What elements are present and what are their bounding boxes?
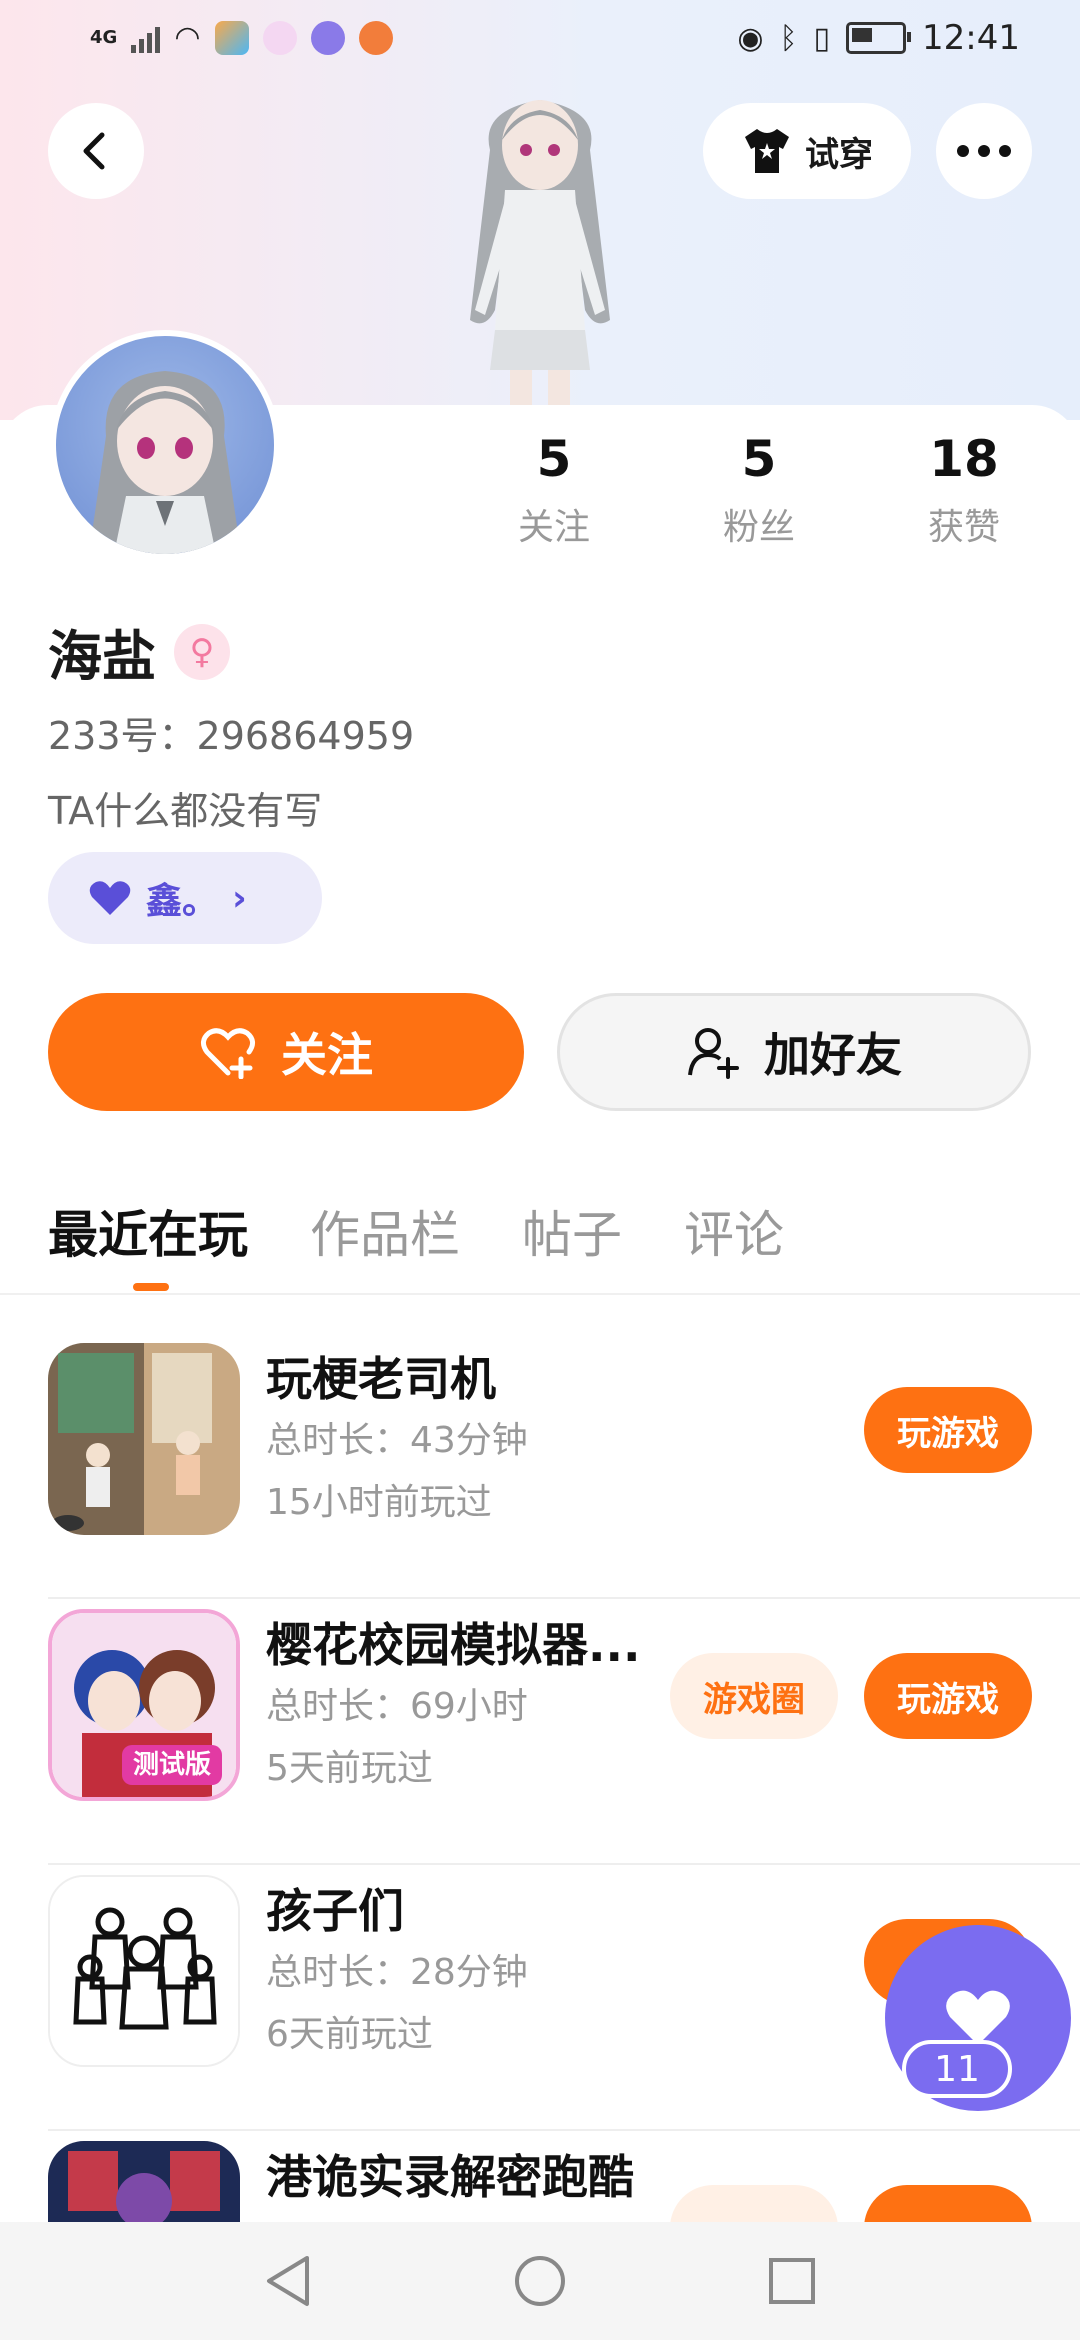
back-triangle-icon[interactable] [263,2254,313,2308]
tab-works[interactable]: 作品栏 [310,1195,460,1267]
app-notification-icon [310,20,345,55]
active-tab-indicator [133,1283,169,1291]
add-user-icon [688,1028,739,1079]
stat-label: 粉丝 [722,507,795,548]
follow-label: 关注 [281,1028,373,1082]
heart-icon [89,881,131,915]
game-duration: 总时长：28分钟 [266,1952,528,1993]
game-last-played: 15小时前玩过 [266,1482,492,1523]
character-avatar-figure [470,100,610,420]
game-badge-text: 测试版 [133,1750,211,1780]
relationship-tag-label: 鑫。 [146,881,219,922]
game-circle-button[interactable]: 游戏圈 [670,1653,838,1739]
battery-icon [846,22,912,54]
stat-following[interactable]: 5 关注 [500,430,608,550]
app-notification-icon [358,20,393,55]
game-name: 孩子们 [266,1884,404,1938]
home-circle-icon[interactable] [513,2254,567,2308]
game-last-played: 5天前玩过 [266,1748,433,1789]
signal-icon [131,23,161,53]
chevron-right-icon: › [232,877,247,919]
female-gender-icon: ♀ [174,623,230,680]
app-notification-icon [262,20,297,55]
profile-tabs: 最近在玩 作品栏 帖子 评论 [48,1195,784,1267]
stat-value: 18 [929,430,999,488]
wifi-icon: ◠ [174,20,201,55]
user-bio: TA什么都没有写 [48,789,323,833]
add-friend-button[interactable]: 加好友 [557,993,1031,1111]
clock: 12:41 [922,18,1020,58]
user-id: 233号：296864959 [48,714,415,758]
shirt-icon [745,129,789,173]
heart-plus-icon [201,1028,255,1079]
game-icon [48,1343,240,1535]
relationship-tag[interactable]: 鑫。 › [48,852,322,944]
try-on-label: 试穿 [805,134,873,175]
avatar[interactable] [50,330,280,560]
like-count-badge: 11 [902,2040,1012,2098]
game-name: 玩梗老司机 [266,1352,496,1406]
network-type: 4G [90,27,118,48]
tab-posts[interactable]: 帖子 [522,1195,622,1267]
divider [0,1293,1080,1295]
play-game-button[interactable]: 玩游戏 [864,1387,1032,1473]
play-game-button[interactable]: 玩游戏 [864,1653,1032,1739]
stat-likes[interactable]: 18 获赞 [910,430,1018,550]
game-list-item[interactable]: 港诡实录解密跑酷 [48,2131,1080,2231]
stat-followers[interactable]: 5 粉丝 [705,430,813,550]
user-name: 海盐 [48,625,156,688]
avatar-image [89,371,241,554]
vibrate-icon: ▯ [813,20,831,56]
game-list-item[interactable]: 测试版 樱花校园模拟器... 总时长：69小时 5天前玩过 游戏圈 玩游戏 [48,1599,1080,1865]
bluetooth-icon: ᛒ [779,20,798,56]
profile-stats: 5 关注 5 粉丝 18 获赞 [500,430,1040,550]
system-navigation-bar [0,2222,1080,2340]
more-button[interactable] [936,103,1032,199]
stat-label: 关注 [517,507,590,548]
stat-value: 5 [741,430,777,488]
chevron-left-icon [83,132,105,170]
add-friend-label: 加好友 [764,1028,902,1082]
tab-comments[interactable]: 评论 [684,1195,784,1267]
game-icon [48,2141,240,2231]
game-duration: 总时长：69小时 [266,1686,528,1727]
game-last-played: 6天前玩过 [266,2014,433,2055]
game-list-item[interactable]: 玩梗老司机 总时长：43分钟 15小时前玩过 玩游戏 [48,1333,1080,1599]
stat-label: 获赞 [927,507,1000,548]
try-on-button[interactable]: 试穿 [703,103,911,199]
tab-recently-played[interactable]: 最近在玩 [48,1195,248,1267]
back-button[interactable] [48,103,144,199]
stat-value: 5 [536,430,572,488]
game-name: 樱花校园模拟器... [266,1618,641,1672]
user-name-row: 海盐 ♀ [48,612,230,691]
game-icon [48,1875,240,2067]
game-name: 港诡实录解密跑酷 [266,2150,634,2204]
eye-icon: ◉ [737,20,764,56]
status-bar: 4G ◠ ◉ ᛒ ▯ 12:41 [0,0,1080,80]
recents-square-icon[interactable] [767,2256,817,2306]
app-notification-icon [214,20,249,55]
more-dots-icon [957,145,1011,157]
game-icon: 测试版 [48,1609,240,1801]
follow-button[interactable]: 关注 [48,993,524,1111]
game-duration: 总时长：43分钟 [266,1420,528,1461]
